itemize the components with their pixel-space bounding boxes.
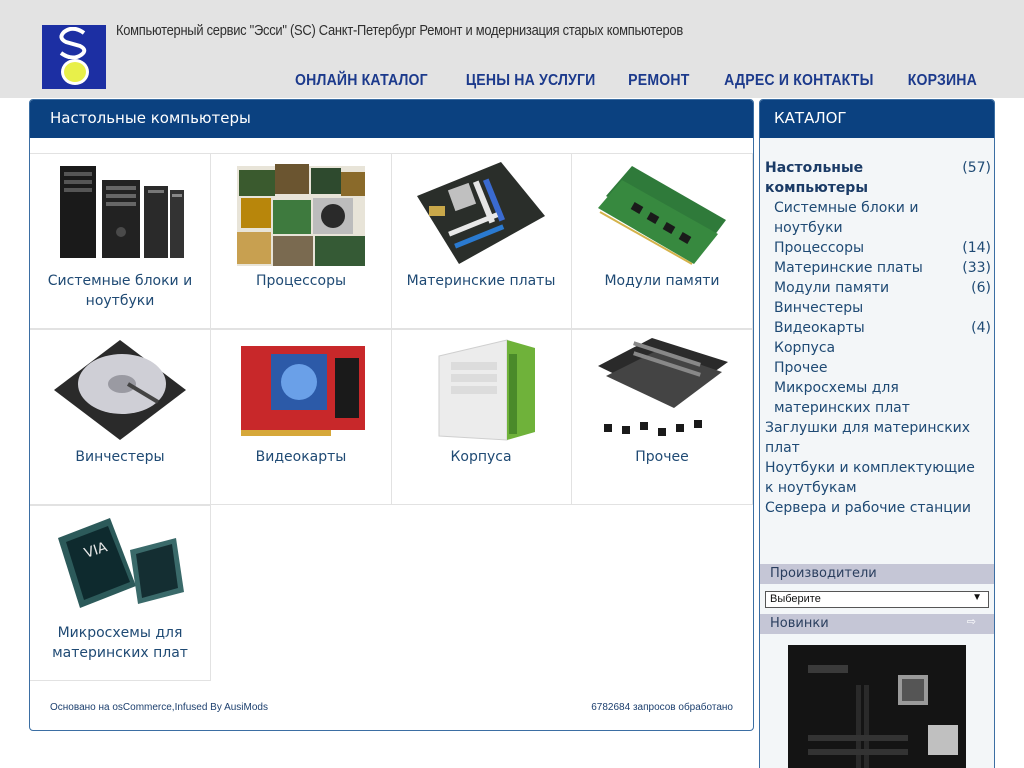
tile-caption: Модули памяти [604, 273, 720, 289]
new-product-image[interactable] [788, 645, 966, 768]
motherboard-image [417, 162, 545, 264]
page-title: Настольные компьютеры [30, 100, 753, 138]
category-system-units[interactable]: Системные блоки и ноутбуки [765, 198, 991, 238]
manufacturers-title: Производители [770, 566, 877, 581]
pc-towers-image [60, 166, 184, 258]
tile-caption: Системные блоки и ноутбуки [47, 273, 193, 309]
tile-caption: Прочее [635, 449, 689, 465]
nav-online-catalog[interactable]: ОНЛАЙН КАТАЛОГ [295, 72, 428, 90]
chevron-down-icon: ▼ [972, 592, 982, 603]
chipset-image: VIA [58, 518, 184, 608]
category-motherboard-plugs[interactable]: Заглушки для материнских плат [765, 418, 991, 458]
category-desktop-computers[interactable]: Настольные компьютеры (57) [765, 158, 991, 198]
tile-chipsets[interactable]: VIA Микросхемы для материнских плат [30, 505, 211, 681]
news-title: Новинки [770, 616, 829, 631]
manufacturer-select[interactable]: Выберите ▼ [765, 591, 989, 608]
tile-motherboards[interactable]: Материнские платы [391, 153, 572, 329]
category-other[interactable]: Прочее [765, 358, 991, 378]
category-hard-drives[interactable]: Винчестеры [765, 298, 991, 318]
site-logo[interactable] [42, 25, 106, 89]
category-panel: Настольные компьютеры Системные блоки и … [29, 99, 754, 731]
footer-query-count: 6782684 запросов обработано [591, 702, 733, 713]
heatsink-image [598, 338, 728, 436]
graphics-card-image [241, 346, 365, 436]
category-servers[interactable]: Сервера и рабочие станции [765, 498, 991, 518]
site-title: Компьютерный сервис "Эсси" (SC) Санкт-Пе… [116, 22, 683, 39]
arrow-right-icon[interactable]: ⇨ [967, 615, 976, 628]
manufacturers-header: Производители [760, 564, 994, 584]
tile-caption: Процессоры [255, 273, 347, 289]
logo-s-glyph [59, 27, 87, 59]
pc-case-image [438, 339, 535, 441]
tile-other[interactable]: Прочее [572, 329, 753, 505]
logo-c-glyph [61, 59, 89, 85]
catalog-sidebar: КАТАЛОГ Настольные компьютеры (57) Систе… [759, 99, 995, 768]
manufacturer-select-value: Выберите [770, 593, 821, 605]
tile-caption: Корпуса [450, 449, 512, 465]
tile-graphics-cards[interactable]: Видеокарты [211, 329, 392, 505]
tile-hard-drives[interactable]: Винчестеры [30, 329, 211, 505]
tile-system-units[interactable]: Системные блоки и ноутбуки [30, 153, 211, 329]
nav-cart[interactable]: КОРЗИНА [908, 72, 977, 90]
news-header: Новинки ⇨ [760, 614, 994, 634]
footer-powered-by: Основано на osCommerce,Infused By AusiMo… [50, 702, 268, 713]
cpu-pile-image [237, 164, 365, 266]
category-laptops[interactable]: Ноутбуки и комплектующие к ноутбукам [765, 458, 991, 498]
tile-caption: Микросхемы для материнских плат [52, 625, 188, 661]
category-cases[interactable]: Корпуса [765, 338, 991, 358]
tile-caption: Винчестеры [75, 449, 165, 465]
category-memory-modules[interactable]: Модули памяти (6) [765, 278, 991, 298]
category-graphics-cards[interactable]: Видеокарты (4) [765, 318, 991, 338]
nav-address-contacts[interactable]: АДРЕС И КОНТАКТЫ [724, 72, 873, 90]
tile-caption: Материнские платы [406, 273, 556, 289]
category-processors[interactable]: Процессоры (14) [765, 238, 991, 258]
nav-service-prices[interactable]: ЦЕНЫ НА УСЛУГИ [465, 72, 595, 90]
category-chipsets[interactable]: Микросхемы для материнских плат [765, 378, 991, 418]
catalog-title: КАТАЛОГ [760, 100, 994, 138]
site-header: Компьютерный сервис "Эсси" (SC) Санкт-Пе… [0, 0, 1024, 98]
tile-cases[interactable]: Корпуса [391, 329, 572, 505]
nav-repair[interactable]: РЕМОНТ [628, 72, 689, 90]
category-motherboards[interactable]: Материнские платы (33) [765, 258, 991, 278]
hard-drive-image [54, 340, 186, 440]
top-navigation: ОНЛАЙН КАТАЛОГ ЦЕНЫ НА УСЛУГИ РЕМОНТ АДР… [286, 72, 982, 90]
tile-caption: Видеокарты [255, 449, 347, 465]
tile-memory-modules[interactable]: Модули памяти [572, 153, 753, 329]
ram-modules-image [598, 166, 726, 265]
tile-processors[interactable]: Процессоры [211, 153, 392, 329]
category-list: Настольные компьютеры (57) Системные бло… [765, 158, 991, 518]
